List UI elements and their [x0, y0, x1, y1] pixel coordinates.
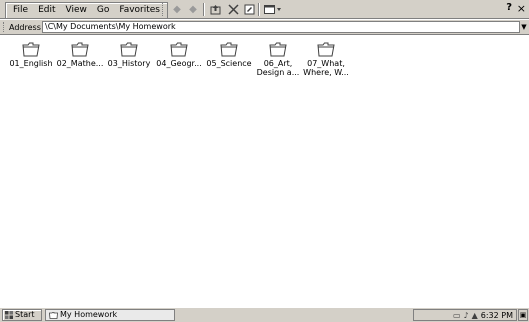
menu-edit[interactable]: Edit	[33, 4, 60, 17]
address-label: Address	[9, 23, 41, 32]
menu-bar: File Edit View Go Favorites	[5, 2, 168, 19]
folder-item[interactable]: 07_What, Where, W...	[301, 42, 351, 77]
menu-go[interactable]: Go	[92, 4, 114, 17]
delete-x-icon[interactable]	[226, 3, 240, 16]
toolbar-grip[interactable]	[162, 3, 166, 16]
folder-item[interactable]: 03_History	[104, 42, 154, 68]
folder-item[interactable]: 02_Mathe...	[55, 42, 105, 68]
address-grip[interactable]	[3, 22, 7, 32]
folder-item[interactable]: 04_Geogr...	[154, 42, 204, 68]
help-icon[interactable]: ?	[506, 2, 512, 13]
start-label: Start	[15, 310, 35, 319]
back-arrow-icon[interactable]: ◆	[170, 3, 184, 16]
clock[interactable]: 6:32 PM	[481, 311, 513, 320]
folder-label: 02_Mathe...	[56, 59, 104, 68]
folder-label: 05_Science	[206, 59, 252, 68]
menu-favorites[interactable]: Favorites	[114, 4, 165, 17]
close-icon[interactable]: ×	[517, 2, 526, 15]
show-desktop-icon[interactable]: ▣	[518, 309, 528, 321]
toolbar-separator	[258, 3, 260, 16]
folder-item[interactable]: 05_Science	[204, 42, 254, 68]
folder-label: 01_English	[9, 59, 53, 68]
system-tray: ▭ ♪ ▲ 6:32 PM	[413, 309, 517, 321]
folder-icon	[269, 42, 287, 57]
address-bar: Address \C\My Documents\My Homework ▼	[0, 20, 529, 35]
forward-arrow-icon[interactable]: ◆	[186, 3, 200, 16]
menu-toolbar-bar: File Edit View Go Favorites ◆ ◆ ? ×	[0, 0, 529, 19]
folder-icon	[22, 42, 40, 57]
taskbar: Start My Homework ▭ ♪ ▲ 6:32 PM ▣	[0, 307, 529, 322]
folder-item[interactable]: 06_Art, Design a...	[253, 42, 303, 77]
menu-file[interactable]: File	[8, 4, 33, 17]
folder-icon	[317, 42, 335, 57]
address-input[interactable]: \C\My Documents\My Homework	[42, 21, 520, 33]
folder-view[interactable]: 01_English 02_Mathe... 03_History 04_Geo…	[0, 36, 529, 307]
properties-icon[interactable]	[242, 3, 256, 16]
folder-label: 06_Art, Design a...	[256, 59, 300, 77]
taskbar-item-my-homework[interactable]: My Homework	[45, 309, 175, 321]
start-button[interactable]: Start	[2, 309, 42, 321]
taskbar-item-label: My Homework	[60, 310, 118, 319]
folder-label: 03_History	[107, 59, 151, 68]
toolbar-separator	[203, 3, 205, 16]
connection-icon[interactable]: ▭	[453, 311, 461, 320]
folder-label: 07_What, Where, W...	[303, 59, 349, 77]
folder-icon	[49, 311, 58, 319]
volume-icon[interactable]: ♪	[464, 311, 469, 320]
folder-label: 04_Geogr...	[156, 59, 202, 68]
folder-icon	[71, 42, 89, 57]
up-folder-icon[interactable]	[208, 3, 222, 16]
folder-item[interactable]: 01_English	[6, 42, 56, 68]
folder-icon	[170, 42, 188, 57]
power-icon[interactable]: ▲	[472, 311, 478, 320]
folder-icon	[120, 42, 138, 57]
views-dropdown-icon[interactable]	[263, 3, 283, 16]
menu-view[interactable]: View	[61, 4, 92, 17]
chevron-down-icon[interactable]: ▼	[520, 22, 528, 33]
folder-icon	[220, 42, 238, 57]
windows-flag-icon	[5, 311, 13, 319]
